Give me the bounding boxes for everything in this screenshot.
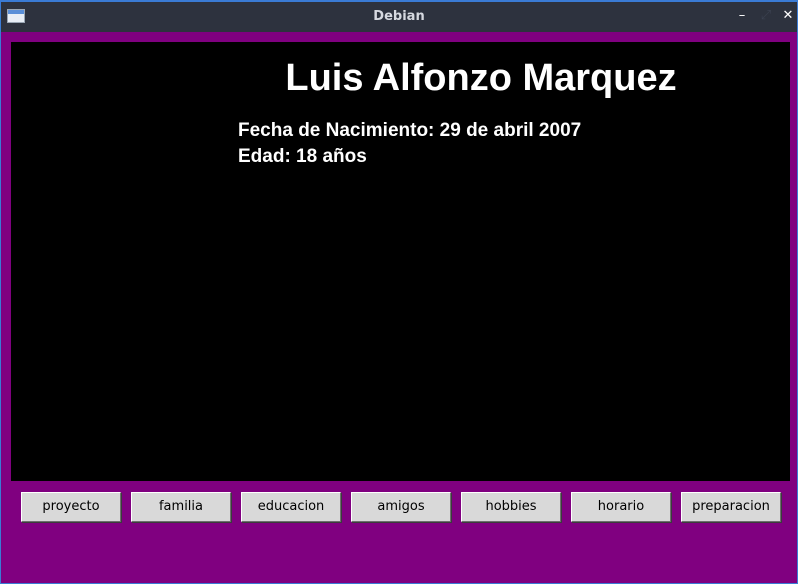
- navigation-button-row: proyecto familia educacion amigos hobbie…: [21, 492, 781, 522]
- window-title: Debian: [373, 9, 425, 24]
- horario-button[interactable]: horario: [571, 492, 671, 522]
- hobbies-button[interactable]: hobbies: [461, 492, 561, 522]
- amigos-button[interactable]: amigos: [351, 492, 451, 522]
- title-bar[interactable]: Debian – ⤢ ✕: [1, 0, 797, 32]
- minimize-icon[interactable]: –: [733, 7, 751, 25]
- close-icon[interactable]: ✕: [779, 7, 797, 25]
- age-text: Edad: 18 años: [238, 146, 367, 167]
- proyecto-button[interactable]: proyecto: [21, 492, 121, 522]
- preparacion-button[interactable]: preparacion: [681, 492, 781, 522]
- birth-date-text: Fecha de Nacimiento: 29 de abril 2007: [238, 120, 582, 141]
- app-window: Debian – ⤢ ✕ Luis Alfonzo Marquez Fecha …: [0, 0, 798, 584]
- person-name-heading: Luis Alfonzo Marquez: [285, 57, 677, 99]
- educacion-button[interactable]: educacion: [241, 492, 341, 522]
- familia-button[interactable]: familia: [131, 492, 231, 522]
- maximize-icon[interactable]: ⤢: [757, 7, 775, 25]
- content-canvas: Luis Alfonzo Marquez Fecha de Nacimiento…: [11, 42, 790, 481]
